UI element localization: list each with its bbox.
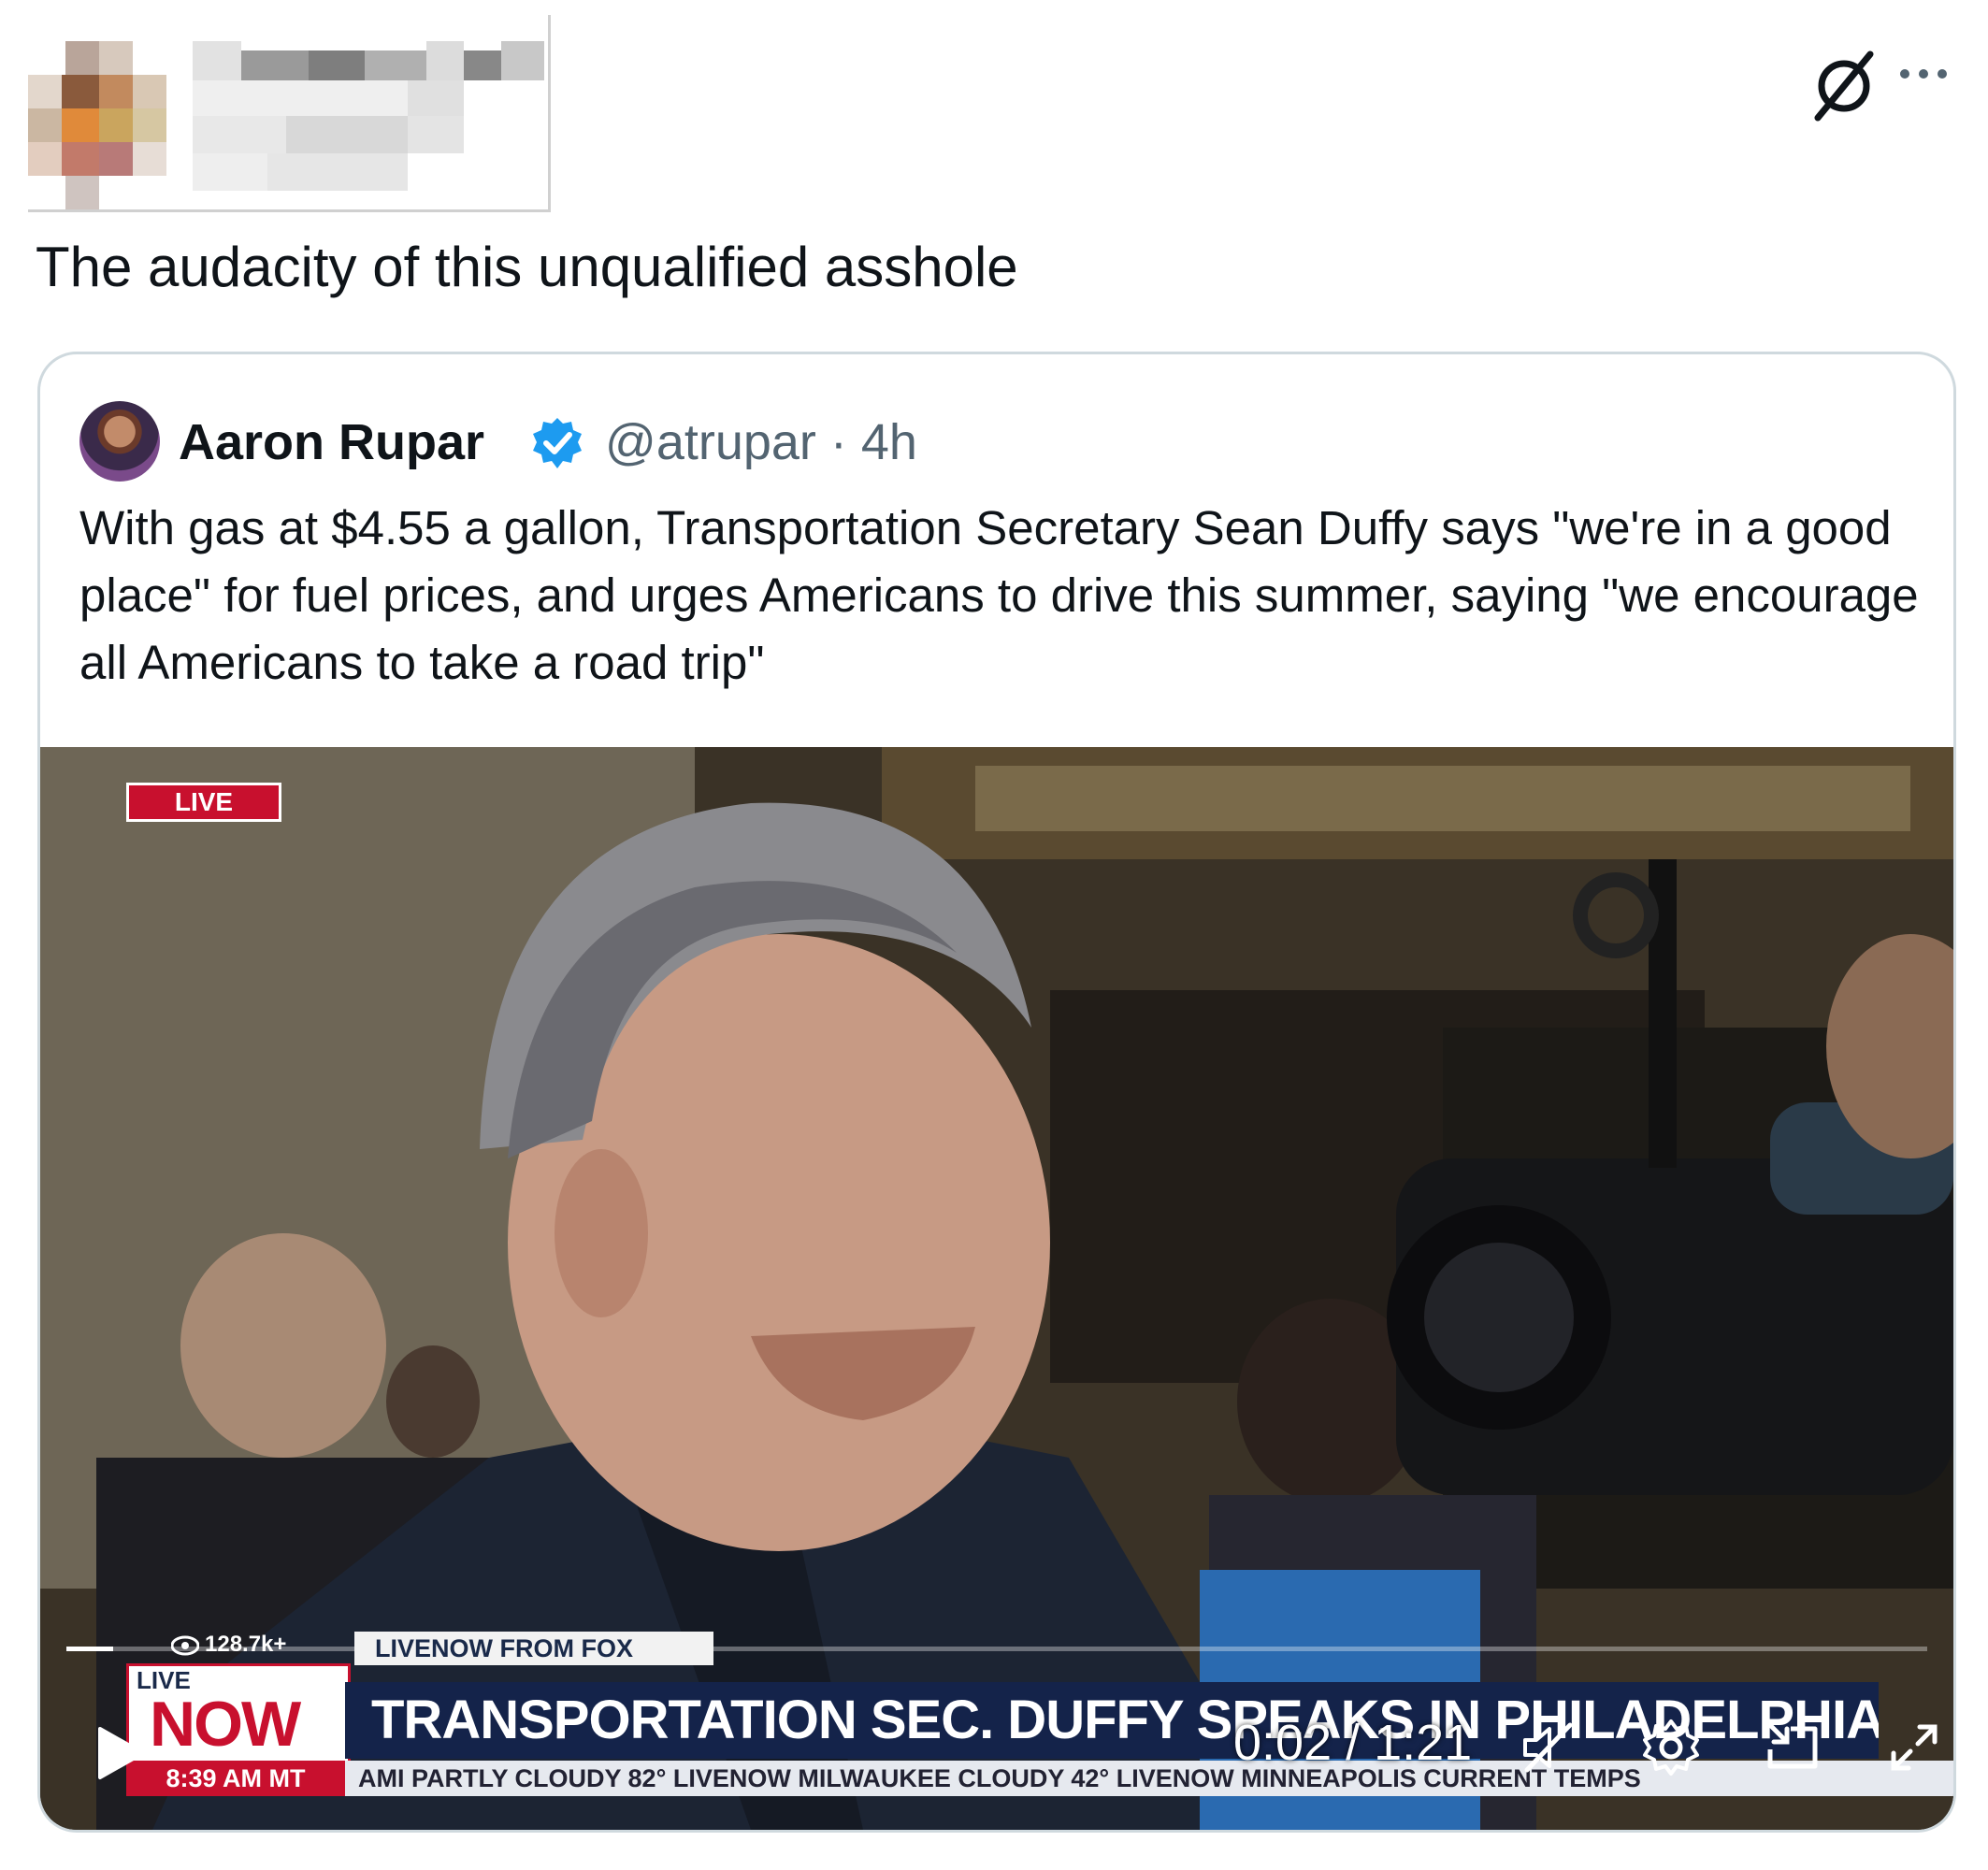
verified-badge-icon [533, 418, 582, 468]
pip-icon[interactable] [1763, 1718, 1822, 1777]
quoted-author-name[interactable]: Aaron Rupar [179, 414, 484, 470]
quoted-tweet-card[interactable]: Aaron Rupar @atrupar · 4h With gas at $4… [37, 352, 1956, 1833]
live-tag: LIVE [126, 783, 281, 822]
post-text: The audacity of this unqualified asshole [36, 236, 1018, 298]
pixelated-name [193, 41, 548, 194]
pixelated-avatar [28, 41, 166, 209]
views-eye-icon [171, 1635, 199, 1656]
quoted-tweet-text: With gas at $4.55 a gallon, Transportati… [79, 501, 1919, 689]
settings-icon[interactable] [1641, 1718, 1701, 1777]
news-ticker: AMI PARTLY CLOUDY 82° LIVENOW MILWAUKEE … [345, 1761, 1953, 1796]
video-player[interactable]: LIVE 128.7k+ LIVENOW FROM FOX LIVE NOW 8… [40, 747, 1953, 1830]
redacted-author [28, 15, 551, 212]
more-icon[interactable] [1896, 65, 1952, 84]
video-progress-fill [66, 1647, 113, 1651]
livenow-logo: LIVE NOW [126, 1663, 351, 1766]
play-icon[interactable] [93, 1723, 149, 1783]
quoted-handle-time[interactable]: @atrupar · 4h [605, 414, 917, 470]
video-progress-bar[interactable] [66, 1647, 1927, 1651]
avatar[interactable] [79, 401, 160, 482]
view-count: 128.7k+ [205, 1632, 287, 1657]
fullscreen-icon[interactable] [1884, 1718, 1944, 1777]
video-time: 0:02 / 1:21 [1233, 1715, 1473, 1771]
source-banner: LIVENOW FROM FOX [354, 1632, 713, 1665]
mute-icon[interactable] [1518, 1718, 1577, 1777]
grok-slash-icon[interactable] [1807, 47, 1881, 122]
livenow-logo-now: NOW [150, 1689, 301, 1760]
broadcast-clock: 8:39 AM MT [126, 1761, 345, 1796]
